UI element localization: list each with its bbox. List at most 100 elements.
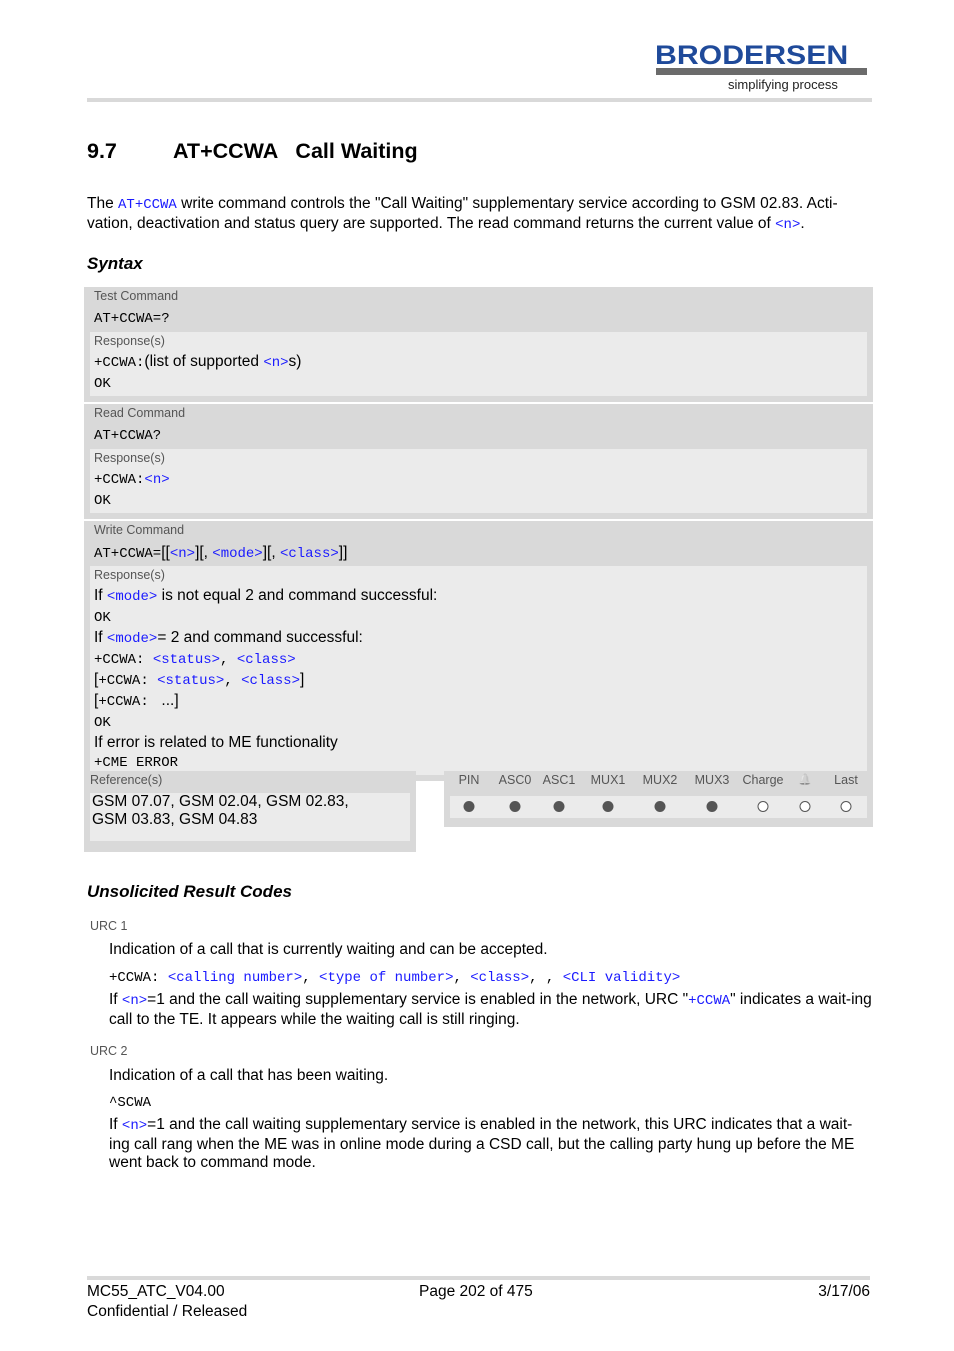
text-segment: , <box>224 673 242 689</box>
text-segment: ][, <box>195 544 213 561</box>
parameter-link[interactable]: <status> <box>153 652 220 668</box>
urc2-label: URC 2 <box>90 1044 128 1058</box>
logo-tagline: simplifying process <box>728 77 838 92</box>
parameter-link[interactable]: <n> <box>775 217 800 233</box>
parameter-link[interactable]: <class> <box>241 673 300 689</box>
parameter-link[interactable]: <type of number> <box>319 970 453 986</box>
status-table-row <box>450 796 867 818</box>
footer-page: Page 202 of 475 <box>419 1283 533 1300</box>
response-lines: +CCWA:<n> OK <box>94 469 867 511</box>
response-label: Response(s) <box>94 451 165 465</box>
logo-bar <box>656 68 867 75</box>
parameter-link[interactable]: <calling number> <box>168 970 302 986</box>
read-command: AT+CCWA? <box>94 428 162 444</box>
response-line: +CCWA:<n> <box>94 469 867 490</box>
footer-status: Confidential / Released <box>87 1303 248 1320</box>
text-segment: , <box>453 970 471 986</box>
test-command: AT+CCWA=? <box>94 311 170 327</box>
urc2-code: ^SCWA <box>109 1093 872 1111</box>
filled-circle-icon <box>602 801 614 812</box>
test-command-label: Test Command <box>94 289 179 303</box>
parameter-link[interactable]: <n> <box>144 472 169 488</box>
urc2-text: If <n>=1 and the call waiting supplement… <box>109 1116 872 1173</box>
text-segment: The <box>87 195 119 212</box>
write-response: Response(s) If <mode> is not equal 2 and… <box>90 566 867 775</box>
text-segment: =1 and the call waiting supplementary se… <box>147 991 689 1008</box>
parameter-link[interactable]: <class> <box>470 970 529 986</box>
parameter-link[interactable]: <mode> <box>107 631 157 647</box>
read-command-label: Read Command <box>94 406 186 420</box>
text-segment: +CCWA: <box>94 355 145 371</box>
filled-circle-icon <box>509 801 521 812</box>
parameter-link[interactable]: <n> <box>122 1118 147 1134</box>
parameter-link[interactable]: <class> <box>237 652 296 668</box>
urc1-text: If <n>=1 and the call waiting supplement… <box>109 991 872 1029</box>
filled-circle-icon <box>463 801 475 812</box>
text-segment: If <box>109 991 122 1008</box>
text-segment: ^SCWA <box>109 1095 152 1111</box>
response-line: OK <box>94 490 867 511</box>
text-segment: +CCWA: <box>94 652 153 668</box>
parameter-link[interactable]: <n> <box>170 546 195 562</box>
text-segment: s) <box>288 353 302 370</box>
response-lines: +CCWA:(list of supported <n>s) OK <box>94 352 867 394</box>
text-segment: If <box>94 587 107 604</box>
empty-circle-icon <box>799 801 811 812</box>
text-segment: ][, <box>262 544 280 561</box>
urc1-description: Indication of a call that is currently w… <box>109 941 548 958</box>
read-response: Response(s) +CCWA:<n> OK <box>90 449 867 513</box>
reference-text: GSM 07.07, GSM 02.04, GSM 02.83, GSM 03.… <box>90 793 410 841</box>
urc1-code: +CCWA: <calling number>, <type of number… <box>109 968 872 986</box>
section-title: 9.7 AT+CCWA Call Waiting <box>87 139 418 164</box>
reference-line: GSM 07.07, GSM 02.04, GSM 02.83, <box>92 793 349 810</box>
text-segment: +CCWA: <box>109 970 168 986</box>
filled-circle-icon <box>654 801 666 812</box>
document-page: BRODERSEN simplifying process 9.7 AT+CCWA… <box>0 0 954 1351</box>
response-line: [+CCWA: ...] <box>94 691 867 712</box>
text-segment: AT+CCWA= <box>94 546 162 562</box>
parameter-link[interactable]: +CCWA <box>688 993 730 1009</box>
header-divider <box>87 98 872 102</box>
response-line: +CCWA:(list of supported <n>s) <box>94 352 867 373</box>
text-segment: =1 and the call waiting supplementary se… <box>109 1116 859 1171</box>
empty-circle-icon <box>757 801 769 812</box>
text-segment: = 2 and command successful: <box>157 629 363 646</box>
intro-paragraph: The AT+CCWA write command controls the "… <box>87 195 873 234</box>
status-column-header: MUX1 <box>590 773 626 787</box>
text-segment: +CME ERROR <box>94 755 179 771</box>
response-line: [+CCWA: <status>, <class>] <box>94 670 867 691</box>
parameter-link[interactable]: <CLI validity> <box>563 970 681 986</box>
syntax-heading: Syntax <box>87 254 143 273</box>
write-command-block: Write Command AT+CCWA=[[<n>][, <mode>][,… <box>84 521 873 781</box>
parameter-link[interactable]: <mode> <box>107 589 157 605</box>
parameter-link[interactable]: <class> <box>280 546 339 562</box>
section-name: AT+CCWA Call Waiting <box>173 139 418 163</box>
text-segment: [[ <box>161 544 170 561</box>
parameter-link[interactable]: <mode> <box>212 546 262 562</box>
status-column-header: Charge <box>742 773 784 787</box>
status-table: PIN ASC0 ASC1 MUX1 MUX2 MUX3 Charge 🔔 Last <box>444 771 873 827</box>
parameter-link[interactable]: <n> <box>263 355 288 371</box>
text-segment: +CCWA: <box>98 673 158 689</box>
filled-circle-icon <box>706 801 718 812</box>
alarm-bell-icon: 🔔 <box>798 774 812 786</box>
parameter-link[interactable]: <n> <box>122 993 147 1009</box>
parameter-link[interactable]: <status> <box>157 673 224 689</box>
text-segment: ] <box>299 671 305 688</box>
empty-circle-icon <box>840 801 852 812</box>
test-response: Response(s) +CCWA:(list of supported <n>… <box>90 332 867 396</box>
text-segment: ]] <box>338 544 348 561</box>
footer-divider <box>87 1276 870 1280</box>
write-command: AT+CCWA=[[<n>][, <mode>][, <class>]] <box>84 541 873 566</box>
reference-label: Reference(s) <box>90 773 163 787</box>
parameter-link[interactable]: AT+CCWA <box>118 197 177 213</box>
text-segment: ...] <box>157 692 179 709</box>
status-column-header: ASC1 <box>542 773 576 787</box>
reference-block: Reference(s) GSM 07.07, GSM 02.04, GSM 0… <box>84 771 416 852</box>
text-segment: If <box>94 629 107 646</box>
filled-circle-icon <box>553 801 565 812</box>
text-segment: OK <box>94 376 111 392</box>
text-segment: +CCWA: <box>98 694 158 710</box>
response-line: If error is related to ME functionality <box>94 733 867 752</box>
urc1-label: URC 1 <box>90 919 128 933</box>
